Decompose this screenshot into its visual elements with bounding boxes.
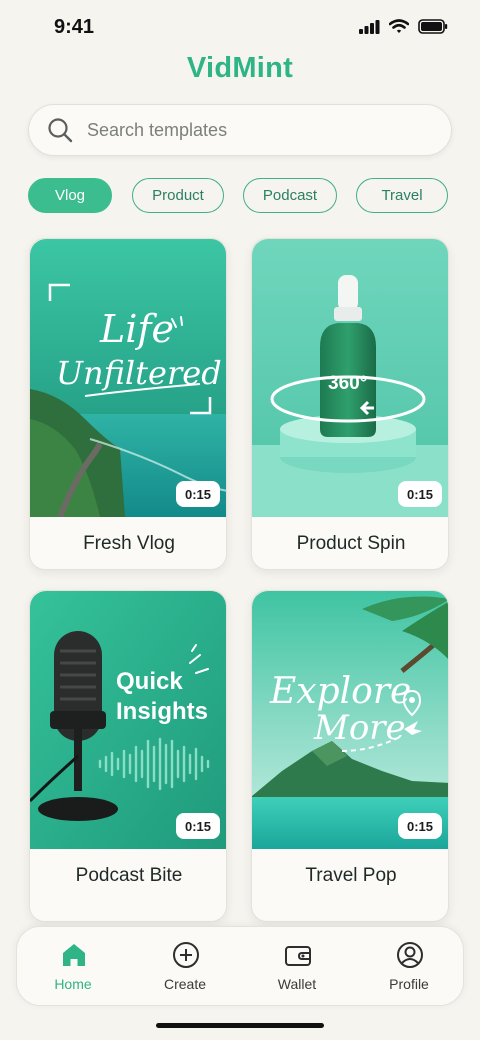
overlay-text-line-2: Unfiltered [56,354,222,392]
battery-icon [418,19,448,34]
search-bar[interactable] [28,104,452,156]
template-title: Fresh Vlog [83,533,175,554]
overlay-text-line-2: More [313,708,406,748]
template-thumbnail[interactable]: Quick Insights 0:15 [30,591,226,849]
status-bar: 9:41 [0,0,480,56]
template-card-podcast-bite[interactable]: Quick Insights 0:15 Podcast Bite [29,590,227,922]
template-thumbnail[interactable]: 360° 0:15 [252,239,448,517]
nav-label: Profile [389,976,429,992]
overlay-text-line-2: Insights [116,698,208,725]
template-title: Product Spin [296,533,406,554]
plus-circle-icon [173,942,199,968]
filter-chips: Vlog Product Podcast Travel [28,178,452,214]
nav-item-home[interactable]: Home [17,927,129,1007]
nav-item-create[interactable]: Create [129,927,241,1007]
bottom-nav: Home Create Wallet Profile [16,926,464,1006]
overlay-text-line-1: Explore [269,671,411,712]
search-icon [48,118,73,143]
status-time: 9:41 [54,16,95,38]
duration-badge: 0:15 [397,481,442,507]
app-title: VidMint [186,52,294,84]
chip-product[interactable]: Product [132,178,224,213]
template-title: Podcast Bite [75,865,183,886]
nav-item-wallet[interactable]: Wallet [241,927,353,1007]
signal-icon [359,19,380,34]
chip-travel[interactable]: Travel [356,178,448,213]
template-card-fresh-vlog[interactable]: Life Unfiltered 0:15 Fresh Vlog [29,238,227,570]
search-input[interactable] [87,119,407,141]
template-card-product-spin[interactable]: 360° 0:15 Product Spin [251,238,449,570]
template-card-travel-pop[interactable]: Explore More 0:15 Travel Pop [251,590,449,922]
home-indicator [156,1023,324,1028]
template-thumbnail[interactable]: Life Unfiltered 0:15 [30,239,226,517]
chip-vlog[interactable]: Vlog [28,178,112,213]
user-circle-icon [397,942,423,968]
status-icons [359,19,448,34]
wallet-icon [285,946,311,966]
nav-label: Create [163,976,207,992]
nav-label: Wallet [277,976,317,992]
duration-badge: 0:15 [397,813,442,839]
overlay-text-line-1: Quick [116,668,183,695]
template-title: Travel Pop [305,865,397,886]
template-thumbnail[interactable]: Explore More 0:15 [252,591,448,849]
home-icon [63,944,85,966]
overlay-text-line-1: Life [99,307,174,351]
duration-badge: 0:15 [175,813,220,839]
nav-label: Home [54,976,92,992]
chip-podcast[interactable]: Podcast [243,178,337,213]
nav-item-profile[interactable]: Profile [353,927,465,1007]
duration-badge: 0:15 [175,481,220,507]
overlay-text-360: 360° [328,373,367,394]
wifi-icon [389,19,409,33]
